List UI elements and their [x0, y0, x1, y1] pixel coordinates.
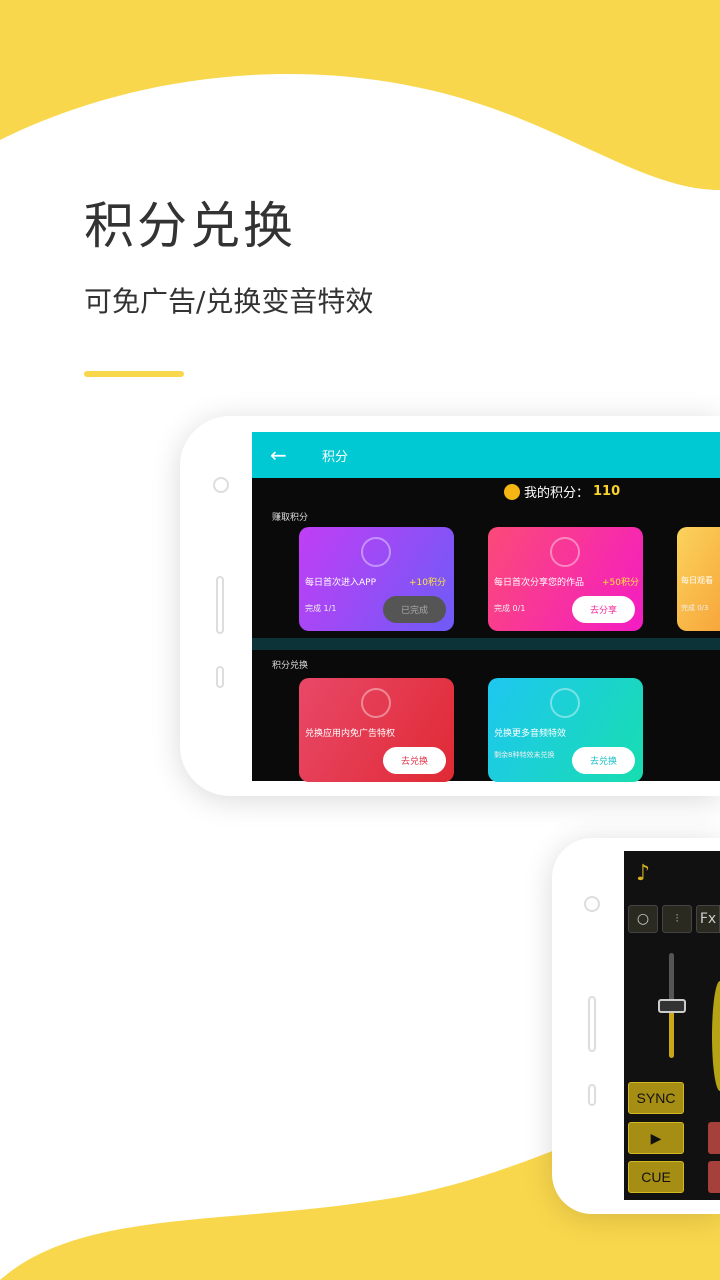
app-header: ← 积分 — [252, 432, 720, 478]
side-button — [588, 996, 596, 1052]
coin-icon — [504, 483, 520, 500]
section-exchange: 积分兑换 — [272, 661, 309, 671]
slider-handle[interactable] — [658, 999, 686, 1013]
section-earn: 赚取积分 — [272, 513, 309, 523]
exchange-card: 兑换更多音频特效 剩余8种特效未兑换 去兑换 — [488, 678, 643, 782]
divider-band — [252, 638, 720, 650]
side-button — [216, 666, 224, 688]
task-title: 每日首次进入APP — [305, 578, 377, 588]
mixer-icon[interactable]: ⫶ — [662, 905, 692, 933]
no-ads-icon — [361, 688, 391, 718]
points-label: 我的积分： — [524, 486, 590, 501]
points-value: 110 — [593, 484, 621, 499]
exchange-button[interactable]: 去兑换 — [383, 747, 446, 774]
music-note-plus-icon[interactable]: ♪ — [636, 861, 650, 886]
fx-button[interactable]: Fx — [696, 905, 720, 933]
camera-dot — [213, 477, 229, 493]
exchange-title: 兑换更多音频特效 — [494, 729, 567, 739]
task-title: 每日首次分享您的作品 — [494, 578, 585, 588]
task-reward: +10积分 — [409, 578, 446, 588]
hotcue-button[interactable] — [708, 1161, 720, 1193]
task-progress: 完成 0/3 — [681, 604, 709, 612]
back-arrow-icon[interactable]: ← — [270, 443, 322, 467]
task-progress: 完成 0/1 — [494, 604, 526, 613]
play-button[interactable]: ▶ — [628, 1122, 684, 1154]
header-title: 积分 — [322, 449, 349, 465]
sync-button[interactable]: SYNC — [628, 1082, 684, 1114]
share-button[interactable]: 去分享 — [572, 596, 635, 623]
task-icon — [361, 537, 391, 567]
exchange-button[interactable]: 去兑换 — [572, 747, 635, 774]
side-button — [588, 1084, 596, 1106]
completed-button[interactable]: 已完成 — [383, 596, 446, 623]
task-card: 每日首次进入APP +10积分 完成 1/1 已完成 — [299, 527, 454, 631]
task-card: 每日首次分享您的作品 +50积分 完成 0/1 去分享 — [488, 527, 643, 631]
exchange-note: 剩余8种特效未兑换 — [494, 751, 555, 759]
exchange-card: 兑换应用内免广告特权 去兑换 — [299, 678, 454, 782]
hotcue-button[interactable] — [708, 1122, 720, 1154]
cue-button[interactable]: CUE — [628, 1161, 684, 1193]
points-screen: ← 积分 我的积分： 110 赚取积分 每日首次进入APP +10积分 完成 1/… — [252, 432, 720, 782]
share-icon — [550, 537, 580, 567]
task-progress: 完成 1/1 — [305, 604, 337, 613]
side-button — [216, 576, 224, 634]
hero-subtitle: 可免广告/兑换变音特效 — [84, 285, 374, 318]
hero-title: 积分兑换 — [84, 197, 296, 255]
task-reward: +50积分 — [602, 578, 639, 588]
headphones-icon — [550, 688, 580, 718]
accent-divider — [84, 371, 184, 377]
sync-loop-icon[interactable]: ○ — [628, 905, 658, 933]
task-title: 每日观看 — [681, 576, 713, 585]
turntable[interactable] — [712, 981, 720, 1091]
my-points: 我的积分： 110 — [504, 482, 620, 501]
exchange-title: 兑换应用内免广告特权 — [305, 729, 396, 739]
task-card: 每日观看 完成 0/3 — [677, 527, 720, 631]
camera-dot — [584, 896, 600, 912]
dj-screen: ♪ ○ ⫶ Fx SYNC ▶ CUE — [624, 851, 720, 1200]
